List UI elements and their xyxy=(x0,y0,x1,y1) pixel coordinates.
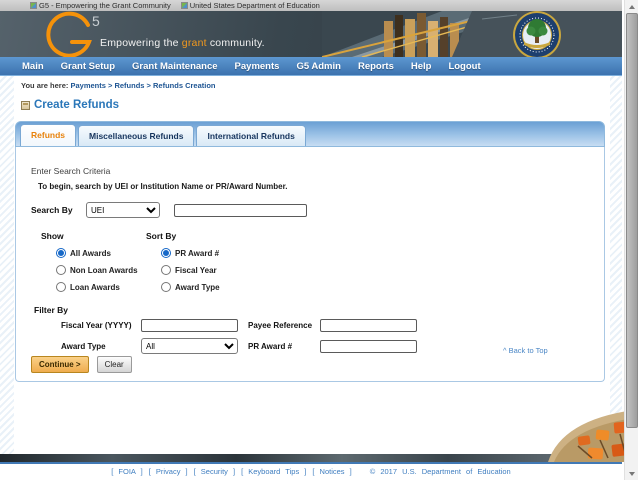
clear-button[interactable]: Clear xyxy=(96,356,132,373)
g5-logo-number: 5 xyxy=(92,13,100,29)
nav-item-help[interactable]: Help xyxy=(411,61,432,72)
main-nav: Main Grant Setup Grant Maintenance Payme… xyxy=(0,57,622,76)
ed-banner-alt: United States Department of Education xyxy=(180,1,320,10)
fiscal-year-label: Fiscal Year (YYYY) xyxy=(61,321,132,330)
pr-award-label: PR Award # xyxy=(248,341,293,351)
show-group: Show All Awards Non Loan Awards Loan Awa… xyxy=(41,231,146,299)
radio-fiscal-year[interactable]: Fiscal Year xyxy=(161,265,220,275)
search-input[interactable] xyxy=(174,203,307,217)
nav-item-g5-admin[interactable]: G5 Admin xyxy=(296,61,341,72)
pr-award-radio[interactable] xyxy=(161,248,171,258)
fiscal-year-radio[interactable] xyxy=(161,265,171,275)
tab-container: Refunds Miscellaneous Refunds Internatio… xyxy=(15,121,605,382)
broken-image-icon xyxy=(180,2,188,9)
search-by-row: Search By UEI xyxy=(31,202,307,218)
award-type-radio[interactable] xyxy=(161,282,171,292)
radio-non-loan-awards[interactable]: Non Loan Awards xyxy=(56,265,146,275)
tab-international-refunds[interactable]: International Refunds xyxy=(196,125,306,146)
search-instructions: To begin, search by UEI or Institution N… xyxy=(38,182,288,191)
breadcrumb-prefix: You are here: xyxy=(21,81,69,90)
content-column: You are here: Payments > Refunds > Refun… xyxy=(14,76,610,454)
footer-photo-strip xyxy=(0,454,622,462)
g5-logo xyxy=(46,11,92,57)
filter-by-label: Filter By xyxy=(34,305,69,315)
nav-item-payments[interactable]: Payments xyxy=(235,61,280,72)
filter-grid: Fiscal Year (YYYY) Payee Reference Award… xyxy=(61,319,420,354)
footer-link-security[interactable]: [ Security ] xyxy=(194,467,235,476)
non-loan-awards-radio[interactable] xyxy=(56,265,66,275)
nav-item-grant-maintenance[interactable]: Grant Maintenance xyxy=(132,61,218,72)
footer-link-foia[interactable]: [ FOIA ] xyxy=(111,467,142,476)
heading-row: Create Refunds xyxy=(21,99,610,111)
tab-strip: Refunds Miscellaneous Refunds Internatio… xyxy=(15,121,605,147)
search-by-label: Search By xyxy=(31,205,73,215)
g5-banner-alt-text: G5 - Empowering the Grant Community xyxy=(39,1,171,10)
fiscal-year-input[interactable] xyxy=(141,319,238,332)
page: G5 - Empowering the Grant Community Unit… xyxy=(0,0,634,480)
award-type-select[interactable]: All xyxy=(141,338,238,354)
nav-item-logout[interactable]: Logout xyxy=(448,61,480,72)
back-to-top-link[interactable]: ^ Back to Top xyxy=(503,346,548,355)
caret-up-icon xyxy=(629,4,635,9)
button-row: Continue > Clear xyxy=(31,356,132,373)
scroll-up-button[interactable] xyxy=(626,1,638,12)
breadcrumb: You are here: Payments > Refunds > Refun… xyxy=(14,76,610,90)
breadcrumb-path[interactable]: Payments > Refunds > Refunds Creation xyxy=(70,81,215,90)
payee-reference-label: Payee Reference xyxy=(248,321,313,330)
g5-banner-alt: G5 - Empowering the Grant Community xyxy=(30,1,171,10)
sort-by-label: Sort By xyxy=(146,231,177,241)
banner-collage xyxy=(322,11,622,57)
vertical-scrollbar[interactable] xyxy=(624,0,638,480)
footer-copyright: © 2017 U.S. Department of Education xyxy=(369,467,511,476)
window-icon xyxy=(21,100,30,110)
classroom-photo xyxy=(548,410,634,462)
banner-tagline: Empowering the grant community. xyxy=(100,37,265,49)
nav-item-main[interactable]: Main xyxy=(22,61,44,72)
payee-reference-input[interactable] xyxy=(320,319,417,332)
banner: 5 Empowering the grant community. xyxy=(0,11,622,57)
alt-text-strip: G5 - Empowering the Grant Community Unit… xyxy=(0,0,622,11)
radio-award-type[interactable]: Award Type xyxy=(161,282,220,292)
main-area: You are here: Payments > Refunds > Refun… xyxy=(0,76,634,462)
page-title: Create Refunds xyxy=(34,99,119,111)
nav-item-reports[interactable]: Reports xyxy=(358,61,394,72)
award-type-label: Award Type xyxy=(61,341,106,351)
broken-image-icon xyxy=(30,2,37,9)
all-awards-radio[interactable] xyxy=(56,248,66,258)
tab-miscellaneous-refunds[interactable]: Miscellaneous Refunds xyxy=(78,125,195,146)
pr-award-input[interactable] xyxy=(320,339,417,353)
footer-link-privacy[interactable]: [ Privacy ] xyxy=(149,467,188,476)
search-by-select[interactable]: UEI xyxy=(86,202,160,218)
scroll-down-button[interactable] xyxy=(626,468,638,479)
radio-all-awards[interactable]: All Awards xyxy=(56,248,146,258)
footer: [ FOIA ] [ Privacy ] [ Security ] [ Keyb… xyxy=(0,464,622,479)
continue-button[interactable]: Continue > xyxy=(31,356,89,373)
show-label: Show xyxy=(41,231,64,241)
section-title: Enter Search Criteria xyxy=(31,166,111,176)
sort-by-group: Sort By PR Award # Fiscal Year Award Typ… xyxy=(146,231,220,299)
nav-item-grant-setup[interactable]: Grant Setup xyxy=(61,61,115,72)
ed-banner-alt-text: United States Department of Education xyxy=(189,1,320,10)
g5-create-refunds-screen: G5 - Empowering the Grant Community Unit… xyxy=(0,0,640,480)
tab-refunds[interactable]: Refunds xyxy=(20,124,76,146)
footer-link-notices[interactable]: [ Notices ] xyxy=(312,467,351,476)
radio-columns: Show All Awards Non Loan Awards Loan Awa… xyxy=(41,231,220,299)
ed-seal-icon xyxy=(513,11,561,57)
footer-link-keyboard-tips[interactable]: [ Keyboard Tips ] xyxy=(241,467,306,476)
scrollbar-thumb[interactable] xyxy=(626,13,638,428)
radio-loan-awards[interactable]: Loan Awards xyxy=(56,282,146,292)
loan-awards-radio[interactable] xyxy=(56,282,66,292)
radio-pr-award[interactable]: PR Award # xyxy=(161,248,220,258)
caret-down-icon xyxy=(629,471,635,476)
